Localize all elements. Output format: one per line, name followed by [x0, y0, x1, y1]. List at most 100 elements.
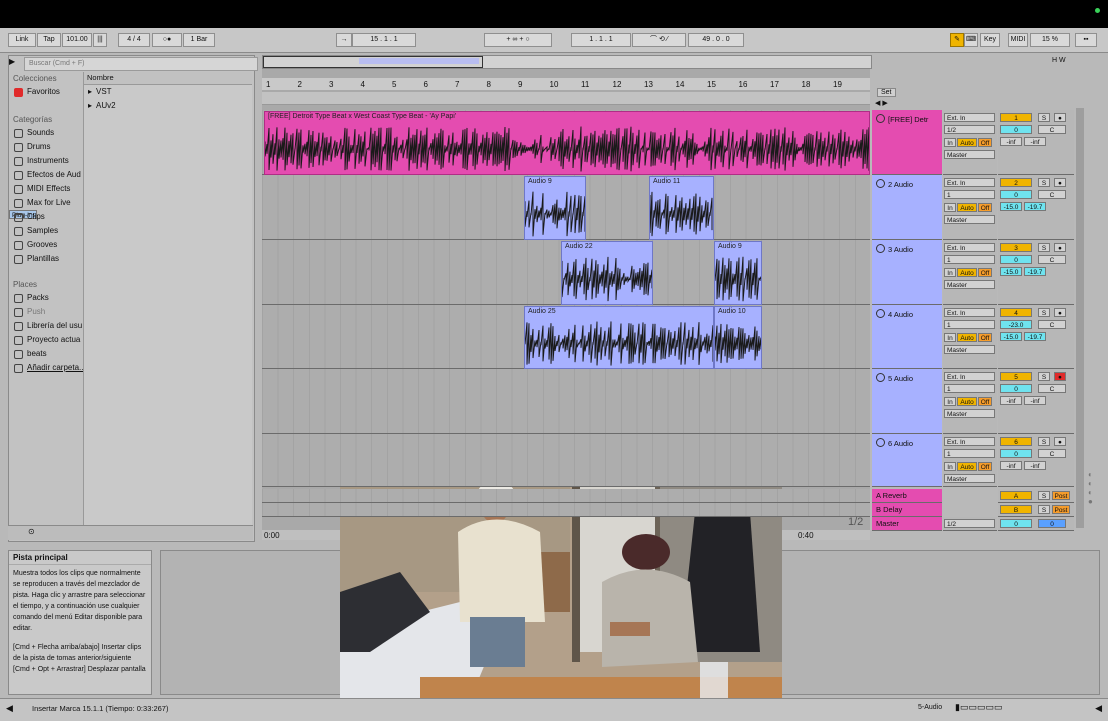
- master-volume-field[interactable]: 0: [1000, 519, 1032, 528]
- sidebar-item-drums[interactable]: Drums: [9, 140, 83, 154]
- volume-field[interactable]: 0: [1000, 190, 1032, 199]
- track-activator-button[interactable]: 5: [1000, 372, 1032, 381]
- volume-field[interactable]: 0: [1000, 125, 1032, 134]
- pan-field[interactable]: C: [1038, 384, 1066, 393]
- add-folder-link[interactable]: Añadir carpeta...: [9, 361, 83, 375]
- monitor-in-button[interactable]: In: [944, 333, 956, 342]
- audio-clip[interactable]: Audio 11: [649, 176, 714, 240]
- master-pan-field[interactable]: 0: [1038, 519, 1066, 528]
- fold-icon[interactable]: [876, 373, 885, 382]
- return-track-header[interactable]: B Delay: [872, 503, 942, 517]
- quantization-select[interactable]: 1 Bar: [183, 33, 215, 47]
- input-channel-select[interactable]: 1: [944, 190, 995, 199]
- input-type-select[interactable]: Ext. In: [944, 437, 995, 446]
- send-a-field[interactable]: -inf: [1000, 137, 1022, 146]
- list-item[interactable]: ▸ AUv2: [84, 99, 252, 113]
- track-lane[interactable]: [262, 369, 870, 434]
- audio-clip[interactable]: Audio 10: [714, 306, 762, 369]
- send-b-field[interactable]: -inf: [1024, 137, 1046, 146]
- sidebar-item-push[interactable]: Push: [9, 305, 83, 319]
- audio-clip[interactable]: Audio 9: [524, 176, 586, 240]
- volume-field[interactable]: 0: [1000, 449, 1032, 458]
- loop-switch-icon[interactable]: ⌒ ⟲ ⁄: [632, 33, 686, 47]
- sidebar-item-grooves[interactable]: Grooves: [9, 238, 83, 252]
- output-select[interactable]: Master: [944, 474, 995, 483]
- post-button[interactable]: Post: [1052, 491, 1070, 500]
- track-activator-button[interactable]: 2: [1000, 178, 1032, 187]
- input-channel-select[interactable]: 1/2: [944, 125, 995, 134]
- output-select[interactable]: Master: [944, 280, 995, 289]
- volume-field[interactable]: 0: [1000, 384, 1032, 393]
- audio-clip[interactable]: Audio 25: [524, 306, 714, 369]
- send-b-field[interactable]: -inf: [1024, 461, 1046, 470]
- solo-button[interactable]: S: [1038, 491, 1050, 500]
- computer-keyboard-icon[interactable]: ⌨: [964, 33, 978, 47]
- return-lane[interactable]: [262, 489, 870, 503]
- monitor-auto-button[interactable]: Auto: [957, 397, 977, 406]
- track-title[interactable]: 4 Audio: [876, 309, 913, 319]
- sidebar-item-user-library[interactable]: Librería del usu: [9, 319, 83, 333]
- master-output-select[interactable]: 1/2: [944, 519, 995, 528]
- return-activator-button[interactable]: A: [1000, 491, 1032, 500]
- send-b-field[interactable]: -inf: [1024, 396, 1046, 405]
- send-b-field[interactable]: -19.7: [1024, 202, 1046, 211]
- monitor-off-button[interactable]: Off: [978, 203, 992, 212]
- solo-button[interactable]: S: [1038, 437, 1050, 446]
- preview-icon[interactable]: ⊙: [28, 527, 35, 536]
- monitor-auto-button[interactable]: Auto: [957, 138, 977, 147]
- info-toggle-icon[interactable]: ◀: [6, 703, 13, 714]
- loop-ruler[interactable]: [262, 92, 870, 105]
- follow-icon[interactable]: →: [336, 33, 352, 47]
- disclosure-triangle-icon[interactable]: ▸: [88, 85, 92, 99]
- volume-field[interactable]: 0: [1000, 255, 1032, 264]
- browser-toggle-icon[interactable]: ▶: [9, 57, 21, 69]
- fold-icon[interactable]: [876, 438, 885, 447]
- list-item[interactable]: ▸ VST: [84, 85, 252, 99]
- loop-length-field[interactable]: 49 . 0 . 0: [688, 33, 744, 47]
- output-select[interactable]: Master: [944, 409, 995, 418]
- sidebar-item-samples[interactable]: Samples: [9, 224, 83, 238]
- sidebar-item-current-project[interactable]: Proyecto actua: [9, 333, 83, 347]
- monitor-off-button[interactable]: Off: [978, 333, 992, 342]
- disclosure-triangle-icon[interactable]: ▸: [88, 99, 92, 113]
- volume-field[interactable]: -23.0: [1000, 320, 1032, 329]
- tap-button[interactable]: Tap: [37, 33, 61, 47]
- link-button[interactable]: Link: [8, 33, 36, 47]
- tempo-nudge-icon[interactable]: |||: [93, 33, 107, 47]
- sidebar-item-midi-effects[interactable]: MIDI Effects: [9, 182, 83, 196]
- loop-start-field[interactable]: 1 . 1 . 1: [571, 33, 631, 47]
- track-header[interactable]: [FREE] Detr: [872, 110, 942, 175]
- set-button[interactable]: Set: [877, 88, 896, 97]
- track-title[interactable]: 5 Audio: [876, 373, 913, 383]
- song-position-field[interactable]: 15 . 1 . 1: [352, 33, 416, 47]
- send-b-field[interactable]: -19.7: [1024, 267, 1046, 276]
- send-a-field[interactable]: -inf: [1000, 461, 1022, 470]
- sidebar-item-clips[interactable]: Clips: [9, 210, 83, 224]
- arm-record-button[interactable]: ●: [1054, 437, 1066, 446]
- track-title[interactable]: 2 Audio: [876, 179, 913, 189]
- track-activator-button[interactable]: 3: [1000, 243, 1032, 252]
- input-type-select[interactable]: Ext. In: [944, 113, 995, 122]
- return-activator-button[interactable]: B: [1000, 505, 1032, 514]
- audio-clip[interactable]: Audio 9: [714, 241, 762, 305]
- fold-icon[interactable]: [876, 244, 885, 253]
- input-type-select[interactable]: Ext. In: [944, 178, 995, 187]
- midi-map-button[interactable]: MIDI: [1008, 33, 1028, 47]
- draw-mode-icon[interactable]: ✎: [950, 33, 964, 47]
- view-switch-icons[interactable]: ▮▭▭▭▭▭: [955, 702, 1002, 713]
- master-track-header[interactable]: Master: [872, 517, 942, 531]
- solo-button[interactable]: S: [1038, 113, 1050, 122]
- track-title[interactable]: 6 Audio: [876, 438, 913, 448]
- input-channel-select[interactable]: 1: [944, 384, 995, 393]
- sidebar-item-favorites[interactable]: Favoritos: [9, 85, 83, 99]
- pan-field[interactable]: C: [1038, 190, 1066, 199]
- track-activator-button[interactable]: 6: [1000, 437, 1032, 446]
- monitor-off-button[interactable]: Off: [978, 397, 992, 406]
- monitor-in-button[interactable]: In: [944, 268, 956, 277]
- locator-arrows-icon[interactable]: ◀ ▶: [875, 99, 888, 107]
- input-channel-select[interactable]: 1: [944, 320, 995, 329]
- track-header[interactable]: 4 Audio: [872, 305, 942, 369]
- monitor-off-button[interactable]: Off: [978, 462, 992, 471]
- audio-clip[interactable]: [FREE] Detroit Type Beat x West Coast Ty…: [264, 111, 870, 175]
- sidebar-item-audio-effects[interactable]: Efectos de Aud: [9, 168, 83, 182]
